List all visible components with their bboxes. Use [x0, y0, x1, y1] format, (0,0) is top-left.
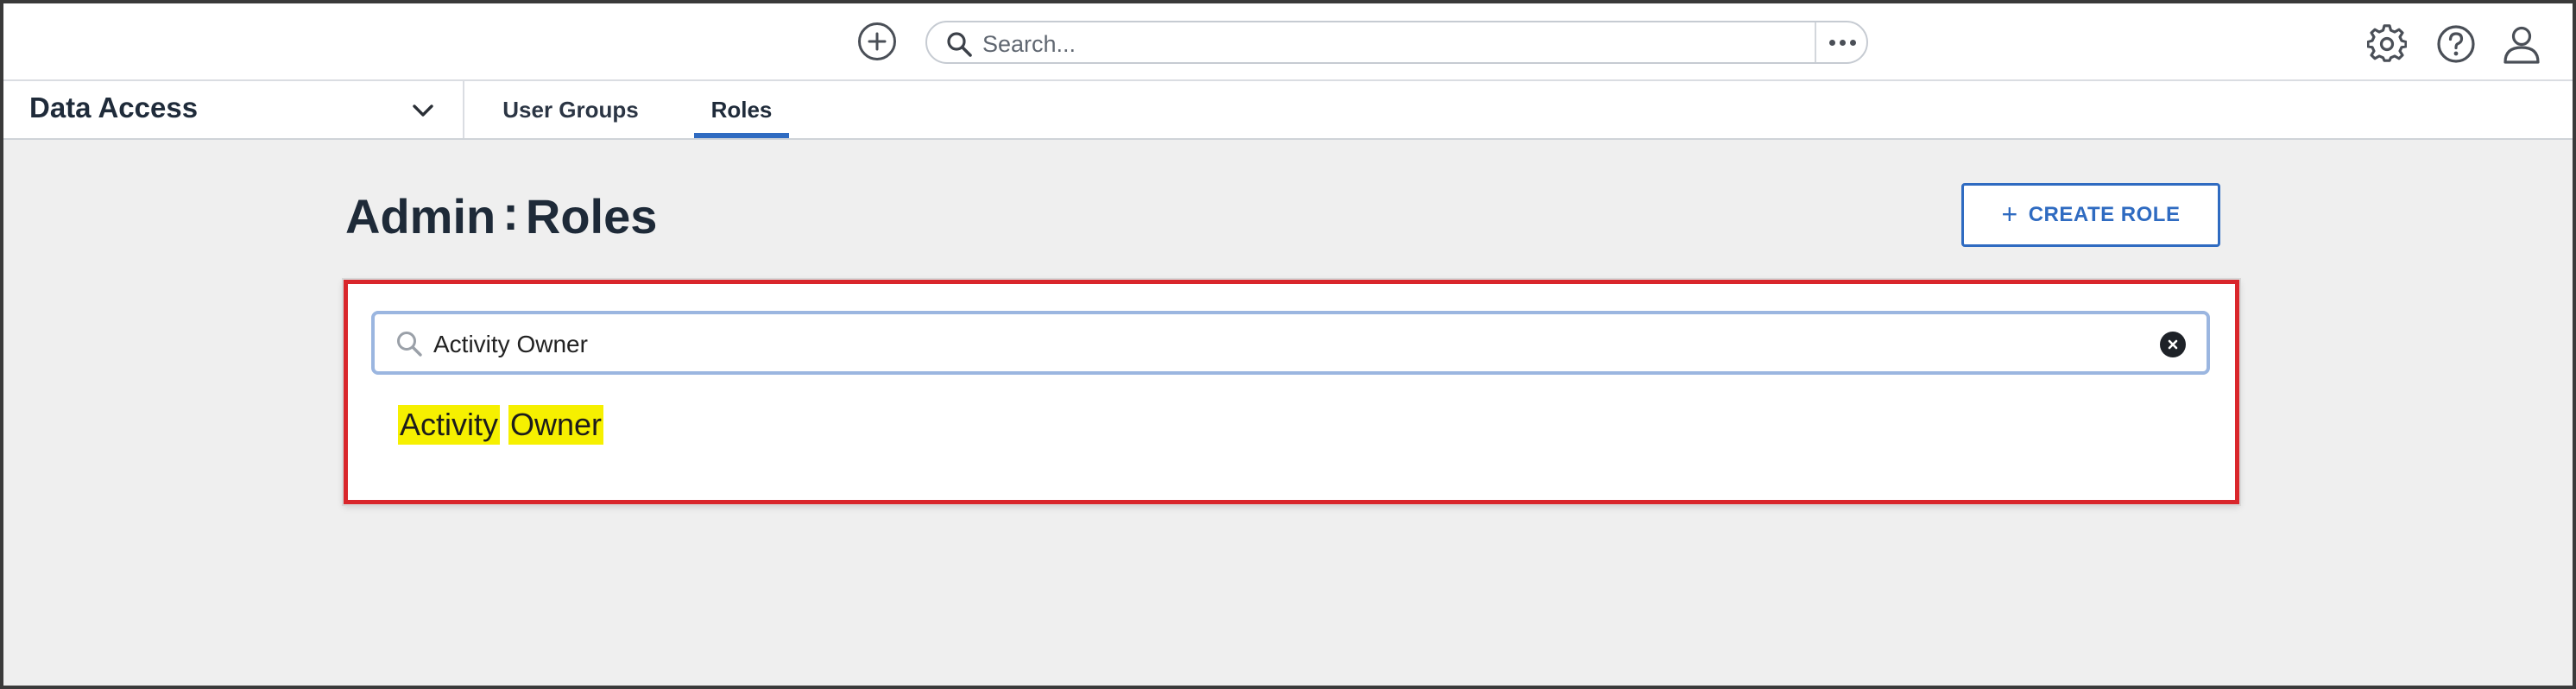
plus-icon: + — [2001, 198, 2018, 230]
role-search-box — [371, 311, 2210, 375]
top-bar — [3, 3, 2573, 81]
global-search-input[interactable] — [981, 28, 1813, 60]
role-result-item[interactable]: Activity Owner — [398, 405, 604, 445]
create-role-button[interactable]: + CREATE ROLE — [1961, 183, 2220, 247]
app-switcher[interactable]: Data Access — [3, 81, 463, 138]
page-title: Admin: Roles — [345, 186, 658, 244]
result-highlight-word: Owner — [508, 405, 604, 445]
chevron-down-icon — [413, 104, 433, 117]
page-title-separator: : — [502, 186, 519, 240]
tab-roles[interactable]: Roles — [694, 81, 789, 138]
help-icon[interactable] — [2436, 24, 2476, 64]
add-button[interactable] — [858, 22, 896, 60]
user-icon[interactable] — [2502, 24, 2541, 64]
clear-search-button[interactable] — [2160, 332, 2186, 357]
roles-search-panel: Activity Owner — [344, 280, 2239, 504]
page-title-prefix: Admin — [345, 189, 496, 243]
search-icon — [397, 332, 422, 357]
clear-icon — [2168, 339, 2178, 350]
page-title-main: Roles — [525, 189, 658, 243]
app-title: Data Access — [29, 92, 199, 123]
search-options-button[interactable] — [1818, 26, 1866, 59]
gear-icon[interactable] — [2367, 24, 2407, 64]
search-divider — [1815, 22, 1816, 62]
search-icon — [947, 32, 972, 57]
tab-user-groups[interactable]: User Groups — [487, 81, 654, 138]
nav-divider — [463, 81, 464, 138]
result-highlight-word: Activity — [398, 405, 501, 445]
role-search-input[interactable] — [432, 326, 2127, 363]
create-role-label: CREATE ROLE — [2028, 203, 2181, 226]
more-horizontal-icon — [1828, 39, 1835, 46]
app-nav-bar: Data Access User Groups Roles — [3, 81, 2573, 140]
global-search-bar — [925, 21, 1868, 64]
plus-circle-icon — [868, 32, 887, 51]
